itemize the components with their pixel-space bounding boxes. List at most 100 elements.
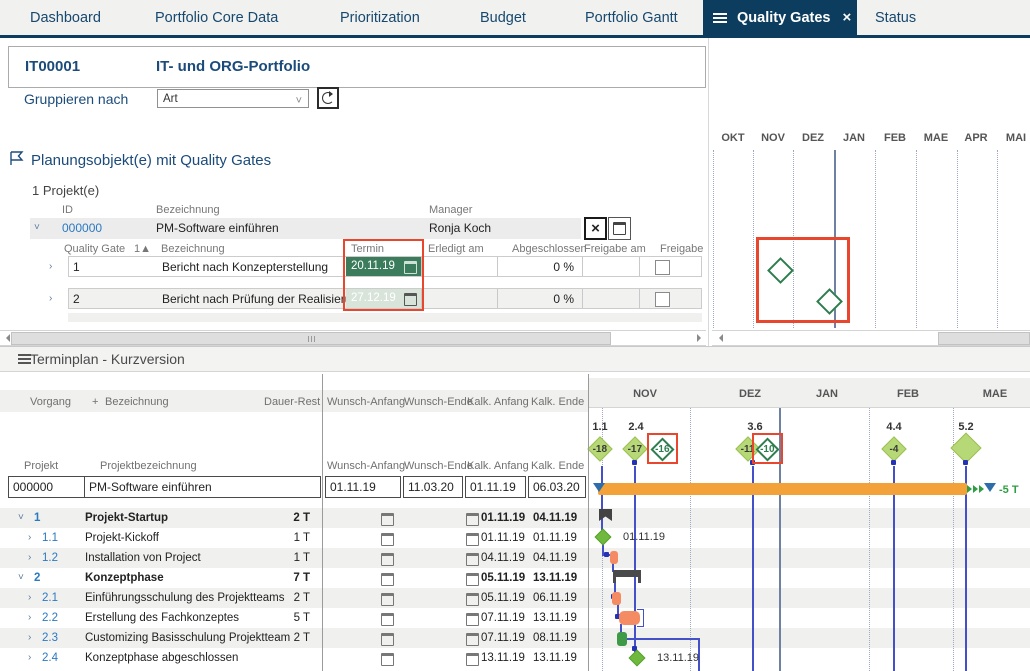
gate-milestone-diamond[interactable] [950,432,982,464]
calendar-icon[interactable] [381,573,394,586]
expand-icon[interactable]: › [49,261,52,272]
nav-tab-portfolio-core-data[interactable]: Portfolio Core Data [155,10,278,26]
project-row[interactable]: ˅ 000000 PM-Software einführen Ronja Koc… [30,218,581,239]
task-bar[interactable] [612,592,621,605]
table-row[interactable]: › 2.1 Einführungsschulung des Projekttea… [0,588,1030,608]
collapse-icon[interactable]: ˅ [18,512,24,523]
termin-date-cell[interactable]: 20.11.19 [346,257,421,276]
project-id-link[interactable]: 000000 [62,221,102,235]
scroll-left-icon[interactable] [715,334,723,342]
group-by-select[interactable]: Art ˅ [157,89,309,108]
project-id-cell[interactable]: 000000 [8,476,85,498]
column-splitter[interactable] [322,374,323,671]
flag-icon [10,151,24,165]
project-gantt-bar[interactable] [598,483,967,495]
table-gantt-splitter[interactable] [588,374,589,671]
collapse-icon[interactable]: ˅ [34,222,40,233]
refresh-button[interactable] [317,87,339,109]
table-row[interactable]: ˅ 1 Projekt-Startup 2 T 01.11.19 04.11.1… [0,508,1030,528]
wunsch-anfang-cell[interactable]: 01.11.19 [325,476,401,498]
table-row[interactable]: › 1.2 Installation von Project 1 T 04.11… [0,548,1030,568]
table-row[interactable]: › 1.1 Projekt-Kickoff 1 T 01.11.19 01.11… [0,528,1030,548]
calendar-icon[interactable] [381,633,394,646]
nav-tab-prioritization[interactable]: Prioritization [340,10,420,26]
close-tab-icon[interactable]: × [842,9,851,26]
scrollbar-thumb[interactable] [11,332,611,345]
calendar-icon[interactable] [466,513,479,526]
calendar-icon[interactable] [466,533,479,546]
table-row[interactable]: ˅ 2 Konzeptphase 7 T 05.11.19 13.11.19 [0,568,1030,588]
scrollbar-thumb[interactable] [938,332,1030,345]
qg-sort-indicator[interactable]: 1▲ [134,243,151,255]
expand-icon[interactable]: › [28,532,31,543]
task-bar-done[interactable] [617,632,627,646]
calendar-icon[interactable] [466,653,479,666]
expand-icon[interactable]: › [28,592,31,603]
expand-icon[interactable]: › [28,612,31,623]
task-number[interactable]: 1.2 [42,552,58,564]
task-bar[interactable] [610,551,618,564]
nav-tab-quality-gates-active[interactable]: Quality Gates × [703,0,857,35]
gate-row-2[interactable]: › 2 Bericht nach Prüfung der Realisierun… [49,288,702,309]
calendar-icon[interactable] [466,553,479,566]
expand-icon[interactable]: › [49,293,52,304]
wunsch-ende-cell[interactable]: 11.03.20 [403,476,463,498]
task-number[interactable]: 2.4 [42,652,58,664]
calendar-icon[interactable] [466,573,479,586]
summary-bar[interactable] [613,570,641,577]
calendar-button[interactable] [608,217,631,240]
calendar-icon[interactable] [381,593,394,606]
collapse-icon[interactable]: ˅ [18,572,24,583]
scroll-left-icon[interactable] [2,334,10,342]
gate-milestone-diamond[interactable]: -4 [881,436,907,462]
table-row[interactable]: › 2.2 Erstellung des Fachkonzeptes 5 T 0… [0,608,1030,628]
planned-gate-diamond[interactable]: -16 [650,437,675,462]
calendar-icon[interactable] [466,633,479,646]
gate-milestone-diamond[interactable]: -17 [622,436,648,462]
gate-milestone-diamond[interactable]: -18 [587,436,613,462]
nav-tab-dashboard[interactable]: Dashboard [30,10,101,26]
nav-tab-status[interactable]: Status [875,10,916,26]
gate-row-1[interactable]: › 1 Bericht nach Konzepterstellung 20.11… [49,256,702,277]
left-h-scrollbar[interactable] [0,330,706,346]
calendar-icon[interactable] [381,533,394,546]
calendar-icon[interactable] [381,653,394,666]
nav-tab-portfolio-gantt[interactable]: Portfolio Gantt [585,10,678,26]
project-name-cell[interactable]: PM-Software einführen [84,476,321,498]
task-number[interactable]: 1 [34,512,40,524]
kalk-ende: 13.11.19 [533,612,577,624]
gate-milestone-diamond[interactable] [767,257,794,284]
freigabe-checkbox[interactable] [655,292,670,307]
task-number[interactable]: 2.2 [42,612,58,624]
gantt-month-header: NOV DEZ JAN FEB MAE [589,378,1030,408]
hamburger-icon[interactable] [713,12,727,23]
panel-divider[interactable] [708,38,709,346]
gate-milestone-diamond[interactable] [816,288,843,315]
planned-gate-diamond[interactable]: -10 [755,437,780,462]
add-task-icon[interactable]: + [92,396,98,408]
termin-date-cell[interactable]: 27.12.19 [346,289,421,308]
calendar-icon[interactable] [466,613,479,626]
month-label: DEZ [802,132,824,144]
calendar-icon[interactable] [381,553,394,566]
month-label: OKT [721,132,745,144]
delete-button[interactable]: × [584,217,607,240]
expand-icon[interactable]: › [28,552,31,563]
table-row[interactable]: › 2.4 Konzeptphase abgeschlossen 13.11.1… [0,648,1030,668]
task-number[interactable]: 2.1 [42,592,58,604]
freigabe-checkbox[interactable] [655,260,670,275]
calendar-icon[interactable] [466,593,479,606]
kalk-anfang-cell[interactable]: 01.11.19 [465,476,526,498]
scroll-right-icon[interactable] [697,334,705,342]
right-h-scrollbar[interactable] [712,330,1030,346]
kalk-ende-cell[interactable]: 06.03.20 [528,476,586,498]
nav-tab-budget[interactable]: Budget [480,10,526,26]
calendar-icon[interactable] [381,613,394,626]
task-number[interactable]: 2 [34,572,40,584]
expand-icon[interactable]: › [28,632,31,643]
task-number[interactable]: 1.1 [42,532,58,544]
table-row[interactable]: › 2.3 Customizing Basisschulung Projektt… [0,628,1030,648]
task-number[interactable]: 2.3 [42,632,58,644]
expand-icon[interactable]: › [28,652,31,663]
calendar-icon[interactable] [381,513,394,526]
